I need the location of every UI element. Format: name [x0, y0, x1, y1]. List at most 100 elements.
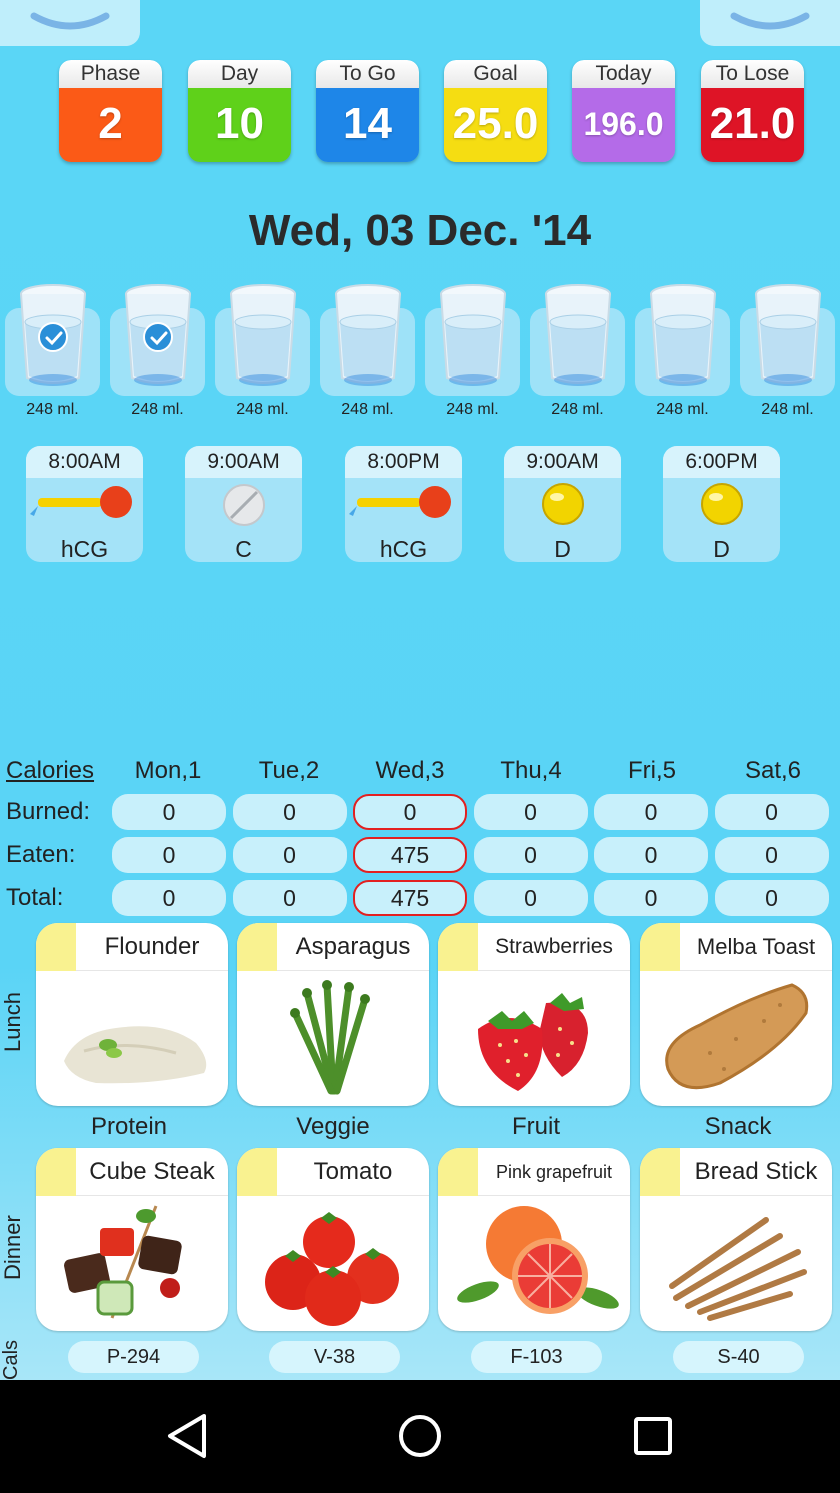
supplement-item[interactable]: 8:00PM hCG — [345, 446, 462, 562]
water-amount: 248 ml. — [761, 401, 814, 418]
lunch-fruit-card[interactable]: Strawberries — [438, 923, 630, 1106]
stat-goal[interactable]: Goal 25.0 — [444, 60, 547, 162]
fruit-cals: F-103 — [471, 1341, 602, 1373]
protein-cals: P-294 — [68, 1341, 199, 1373]
burned-cell[interactable]: 0 — [112, 794, 226, 830]
dropper-icon — [30, 486, 132, 518]
supplement-item[interactable]: 6:00PM D — [663, 446, 780, 562]
burned-cell[interactable]: 0 — [714, 794, 829, 830]
stat-value: 196.0 — [572, 88, 675, 162]
water-glass[interactable] — [320, 282, 415, 396]
food-name: Strawberries — [478, 923, 630, 971]
eaten-cell[interactable]: 0 — [232, 837, 347, 873]
lunch-veggie-card[interactable]: Asparagus — [237, 923, 429, 1106]
category-snack: Snack — [704, 1113, 772, 1140]
total-cell[interactable]: 0 — [714, 880, 829, 916]
eaten-cell[interactable]: 0 — [594, 837, 708, 873]
eaten-cell[interactable]: 0 — [714, 837, 829, 873]
water-glass[interactable] — [215, 282, 310, 396]
total-cell[interactable]: 0 — [594, 880, 708, 916]
water-glass[interactable] — [635, 282, 730, 396]
total-label: Total: — [6, 884, 64, 911]
water-glass-icon — [545, 284, 611, 386]
burned-cell[interactable]: 0 — [594, 794, 708, 830]
cube-steak-image — [64, 1205, 182, 1319]
food-name: Cube Steak — [76, 1148, 228, 1196]
lunch-snack-card[interactable]: Melba Toast — [640, 923, 832, 1106]
water-glass[interactable] — [530, 282, 625, 396]
supplement-name: D — [554, 536, 571, 562]
category-veggie: Veggie — [296, 1113, 370, 1140]
eaten-cell[interactable]: 0 — [112, 837, 226, 873]
water-glass[interactable] — [425, 282, 520, 396]
system-nav-bar — [0, 1380, 840, 1493]
stat-day[interactable]: Day 10 — [188, 60, 291, 162]
day-header: Thu,4 — [500, 757, 562, 784]
supplement-time: 6:00PM — [663, 446, 780, 478]
snack-cals: S-40 — [673, 1341, 804, 1373]
softgel-icon — [701, 483, 743, 525]
stat-to-go[interactable]: To Go 14 — [316, 60, 419, 162]
total-cell[interactable]: 0 — [232, 880, 347, 916]
eaten-cell[interactable]: 475 — [353, 837, 467, 873]
lunch-protein-card[interactable]: Flounder — [36, 923, 228, 1106]
asparagus-image — [290, 980, 370, 1095]
supplement-time: 9:00AM — [504, 446, 621, 478]
supplement-name: hCG — [379, 536, 428, 562]
water-glass[interactable] — [740, 282, 835, 396]
food-name: Pink grapefruit — [478, 1148, 630, 1196]
card-corner — [36, 1148, 76, 1196]
top-left-tab[interactable] — [0, 0, 140, 46]
day-header: Fri,5 — [628, 757, 676, 784]
recents-square-icon[interactable] — [633, 1412, 673, 1460]
day-header: Mon,1 — [134, 757, 202, 784]
total-cell[interactable]: 0 — [473, 880, 588, 916]
flounder-image — [64, 1026, 207, 1084]
dinner-veggie-card[interactable]: Tomato — [237, 1148, 429, 1331]
checkmark-icon — [38, 322, 68, 352]
stat-phase[interactable]: Phase 2 — [59, 60, 162, 162]
dinner-snack-card[interactable]: Bread Stick — [640, 1148, 832, 1331]
dinner-fruit-card[interactable]: Pink grapefruit — [438, 1148, 630, 1331]
total-cell[interactable]: 0 — [112, 880, 226, 916]
stat-to-lose[interactable]: To Lose 21.0 — [701, 60, 804, 162]
water-glass-icon — [650, 284, 716, 386]
card-corner — [438, 923, 478, 971]
stat-value: 2 — [59, 88, 162, 162]
total-cell[interactable]: 475 — [353, 880, 467, 916]
water-glass[interactable] — [5, 282, 100, 396]
supplement-time: 9:00AM — [185, 446, 302, 478]
dinner-label: Dinner — [0, 1215, 25, 1280]
card-corner — [36, 923, 76, 971]
card-corner — [237, 923, 277, 971]
supplement-item[interactable]: 8:00AM hCG — [26, 446, 143, 562]
dinner-protein-card[interactable]: Cube Steak — [36, 1148, 228, 1331]
stat-today[interactable]: Today 196.0 — [572, 60, 675, 162]
burned-cell[interactable]: 0 — [473, 794, 588, 830]
cals-label: Cals — [0, 1339, 22, 1380]
day-header: Tue,2 — [258, 757, 320, 784]
water-amount: 248 ml. — [236, 401, 289, 418]
burned-cell[interactable]: 0 — [232, 794, 347, 830]
supplement-item[interactable]: 9:00AM C — [185, 446, 302, 562]
food-name: Asparagus — [277, 923, 429, 971]
water-glass[interactable] — [110, 282, 205, 396]
stat-label: Phase — [59, 60, 162, 88]
calories-title[interactable]: Calories — [6, 757, 94, 785]
current-date[interactable]: Wed, 03 Dec. '14 — [0, 206, 840, 256]
burned-cell[interactable]: 0 — [353, 794, 467, 830]
water-amount: 248 ml. — [551, 401, 604, 418]
back-triangle-icon[interactable] — [164, 1412, 210, 1460]
water-glass-icon — [440, 284, 506, 386]
top-right-tab[interactable] — [700, 0, 840, 46]
food-name: Bread Stick — [680, 1148, 832, 1196]
home-circle-icon[interactable] — [398, 1412, 442, 1460]
eaten-cell[interactable]: 0 — [473, 837, 588, 873]
supplement-name: hCG — [60, 536, 109, 562]
bread-stick-image — [669, 1217, 807, 1321]
supplement-item[interactable]: 9:00AM D — [504, 446, 621, 562]
card-corner — [237, 1148, 277, 1196]
stat-label: To Go — [316, 60, 419, 88]
chevron-down-icon — [730, 12, 810, 30]
checkmark-icon — [143, 322, 173, 352]
